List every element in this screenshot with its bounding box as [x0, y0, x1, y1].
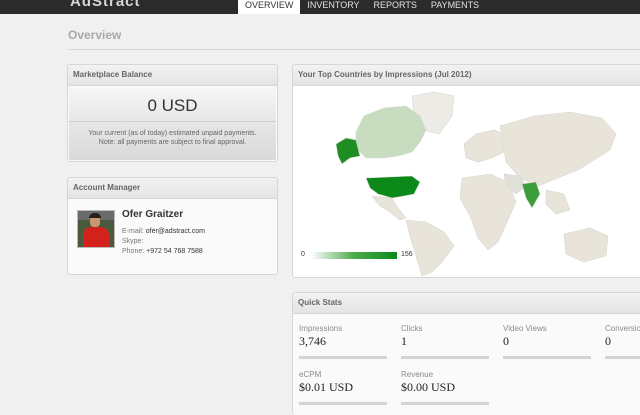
email-link[interactable]: ofer@adstract.com — [146, 228, 205, 235]
main-nav: OVERVIEW INVENTORY REPORTS PAYMENTS — [238, 0, 486, 14]
stat-clicks-bar — [401, 356, 489, 359]
stat-revenue-label: Revenue — [401, 370, 434, 379]
stat-video-views-bar — [503, 356, 591, 359]
map-canada — [355, 105, 427, 159]
stat-conversions-label: Conversions — [605, 324, 640, 333]
account-manager-header: Account Manager — [68, 178, 277, 199]
balance-divider — [69, 121, 276, 122]
skype-label: Skype: — [122, 238, 144, 245]
stat-conversions-bar — [605, 356, 640, 359]
map-south-america — [405, 219, 455, 276]
stat-ecpm-label: eCPM — [299, 370, 322, 379]
balance-note: Your current (as of today) estimated unp… — [69, 129, 276, 147]
tab-payments[interactable]: PAYMENTS — [424, 0, 486, 14]
stat-impressions-label: Impressions — [299, 324, 343, 333]
stat-revenue-bar — [401, 402, 489, 405]
logo[interactable]: AdStract — [70, 0, 141, 10]
balance-amount: 0 USD — [147, 96, 198, 115]
world-map-svg — [335, 91, 617, 276]
stat-clicks-value: 1 — [401, 334, 407, 348]
quick-stats-panel: Quick Stats Impressions 3,746 Clicks 1 V… — [292, 292, 640, 415]
stat-ecpm-value: $0.01 USD — [299, 380, 354, 394]
map-legend-bar — [311, 252, 397, 259]
map-mexico — [371, 195, 407, 221]
map-southeast-asia — [545, 189, 571, 215]
stat-clicks: Clicks 1 — [401, 324, 489, 359]
title-divider — [68, 49, 640, 50]
stat-video-views-value: 0 — [503, 334, 509, 348]
email-row: E-mail: ofer@adstract.com — [122, 228, 205, 235]
skype-row: Skype: — [122, 238, 143, 245]
tab-inventory[interactable]: INVENTORY — [300, 0, 366, 14]
balance-panel: Marketplace Balance 0 USD Your current (… — [67, 64, 278, 162]
map-australia — [563, 227, 609, 263]
world-map[interactable]: 0 156 — [294, 86, 640, 277]
balance-panel-header: Marketplace Balance — [68, 65, 277, 86]
stat-impressions-bar — [299, 356, 387, 359]
phone-label: Phone: — [122, 248, 145, 255]
map-legend-max: 156 — [401, 251, 413, 258]
map-legend-min: 0 — [301, 251, 305, 258]
account-manager-name: Ofer Graitzer — [122, 209, 184, 220]
map-usa — [365, 175, 421, 199]
stat-video-views-label: Video Views — [503, 324, 547, 333]
stat-ecpm-bar — [299, 402, 387, 405]
phone-row: Phone: +972 54 768 7588 — [122, 248, 203, 255]
page-title: Overview — [68, 28, 122, 42]
balance-note-line-1: Your current (as of today) estimated unp… — [88, 130, 257, 137]
top-bar: AdStract OVERVIEW INVENTORY REPORTS PAYM… — [0, 0, 640, 14]
stat-conversions-value: 0 — [605, 334, 611, 348]
top-countries-header: Your Top Countries by Impressions (Jul 2… — [293, 65, 640, 86]
stat-clicks-label: Clicks — [401, 324, 423, 333]
stat-impressions-value: 3,746 — [299, 334, 326, 348]
stat-impressions: Impressions 3,746 — [299, 324, 387, 359]
stat-revenue-value: $0.00 USD — [401, 380, 456, 394]
map-alaska — [335, 137, 361, 165]
avatar — [77, 210, 115, 248]
top-countries-panel: Your Top Countries by Impressions (Jul 2… — [292, 64, 640, 278]
stat-revenue: Revenue $0.00 USD — [401, 370, 489, 405]
stat-conversions: Conversions 0 — [605, 324, 640, 359]
tab-reports[interactable]: REPORTS — [367, 0, 424, 14]
stat-ecpm: eCPM $0.01 USD — [299, 370, 387, 405]
map-india — [521, 181, 541, 209]
email-label: E-mail: — [122, 228, 144, 235]
tab-overview[interactable]: OVERVIEW — [238, 0, 301, 14]
balance-box: 0 USD Your current (as of today) estimat… — [69, 87, 276, 160]
balance-note-line-2: Note: all payments are subject to final … — [98, 139, 247, 146]
stat-video-views: Video Views 0 — [503, 324, 591, 359]
account-manager-panel: Account Manager Ofer Graitzer E-mail: of… — [67, 177, 278, 275]
quick-stats-header: Quick Stats — [293, 293, 640, 314]
map-asia — [499, 111, 617, 187]
phone-value: +972 54 768 7588 — [146, 248, 203, 255]
